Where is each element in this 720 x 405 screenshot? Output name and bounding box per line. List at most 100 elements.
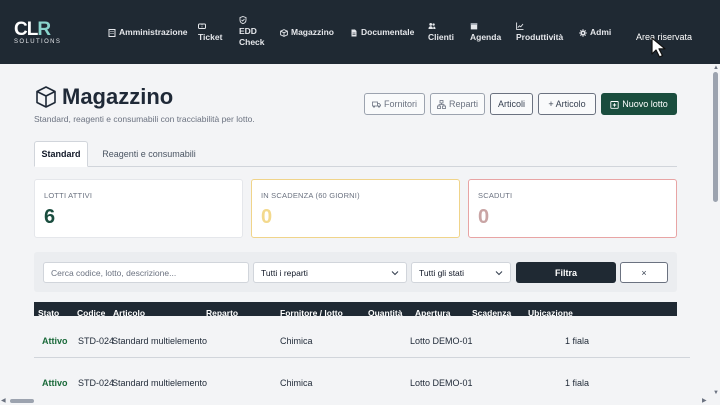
box-icon	[36, 86, 56, 108]
scroll-left-arrow-icon[interactable]: ◀	[1, 398, 6, 404]
gear-icon	[579, 28, 587, 37]
tab-reagenti-consumabili[interactable]: Reagenti e consumabili	[94, 141, 204, 167]
cell-lotto: Lotto DEMO-01	[410, 378, 473, 388]
table-row[interactable]: Attivo STD-024 Standard multielemento Ch…	[34, 316, 690, 358]
column-header[interactable]: Apertura	[415, 308, 450, 316]
chevron-down-icon	[495, 270, 503, 275]
nav-label: Produttività	[516, 32, 564, 42]
column-header[interactable]: Reparto	[206, 308, 238, 316]
logo-text: CL	[14, 19, 38, 40]
cell-articolo: Standard multielemento	[112, 336, 208, 346]
nav-item-amministrazione[interactable]: Amministrazione	[108, 27, 188, 38]
select-value: Tutti i reparti	[261, 267, 308, 278]
cell-quantita: 1 fiala	[565, 336, 590, 346]
diagram-icon	[437, 99, 446, 109]
filtra-button[interactable]: Filtra	[516, 262, 616, 283]
scrollbar-thumb[interactable]	[10, 399, 34, 403]
nav-item-ticket[interactable]: Ticket	[198, 22, 222, 43]
table-row[interactable]: Attivo STD-024 Standard multielemento Ch…	[34, 358, 690, 400]
button-label: Articoli	[497, 99, 525, 109]
column-header[interactable]: Stato	[38, 308, 59, 316]
nav-item-documentale[interactable]: Documentale	[350, 27, 414, 38]
select-value: Tutti gli stati	[419, 267, 465, 278]
status-badge: Attivo	[42, 378, 68, 388]
stat-value: 6	[44, 206, 56, 228]
button-label: Reparti	[448, 99, 478, 109]
column-header[interactable]: Codice	[77, 308, 105, 316]
scroll-up-arrow-icon[interactable]: ▲	[713, 65, 719, 71]
nav-item-magazzino[interactable]: Magazzino	[280, 27, 334, 38]
shield-icon	[239, 16, 247, 24]
stat-label: IN SCADENZA (60 GIORNI)	[261, 191, 360, 200]
add-articolo-button[interactable]: + Articolo	[538, 93, 596, 115]
column-header[interactable]: Fornitore / lotto	[280, 308, 343, 316]
stat-card-in-scadenza: IN SCADENZA (60 GIORNI) 0	[251, 179, 460, 238]
button-label: + Articolo	[548, 99, 586, 109]
nav-label: Amministrazione	[119, 27, 188, 37]
column-header[interactable]: Articolo	[113, 308, 145, 316]
scroll-down-arrow-icon[interactable]: ▼	[713, 390, 719, 396]
calendar-icon	[470, 22, 478, 30]
brand-logo[interactable]: CLR SOLUTIONS	[14, 20, 64, 46]
cell-reparto: Chimica	[280, 336, 313, 346]
ticket-icon	[198, 22, 206, 30]
tab-bar: Standard Reagenti e consumabili	[34, 141, 677, 167]
nav-label: Magazzino	[291, 27, 334, 37]
table-body: Attivo STD-024 Standard multielemento Ch…	[34, 316, 690, 400]
nav-label-line: Check	[239, 37, 265, 47]
truck-icon	[372, 101, 381, 108]
nav-item-clienti[interactable]: Clienti	[428, 22, 454, 43]
box-icon	[280, 28, 288, 37]
scrollbar-thumb[interactable]	[713, 72, 718, 202]
status-badge: Attivo	[42, 336, 68, 346]
page-header: Magazzino	[34, 84, 173, 110]
cell-quantita: 1 fiala	[565, 378, 590, 388]
clear-filters-button[interactable]: ×	[620, 262, 668, 283]
stati-select[interactable]: Tutti gli stati	[411, 262, 511, 283]
nav-label: Agenda	[470, 32, 502, 42]
articoli-button[interactable]: Articoli	[490, 93, 533, 115]
vertical-scrollbar[interactable]: ▲ ▼	[711, 64, 720, 405]
column-header[interactable]: Quantità	[368, 308, 402, 316]
nav-item-agenda[interactable]: Agenda	[470, 22, 501, 43]
stat-value: 0	[261, 206, 273, 228]
top-navbar: CLR SOLUTIONS Amministrazione Ticket EDD…	[0, 0, 720, 64]
chevron-down-icon	[391, 270, 399, 275]
stat-label: SCADUTI	[478, 191, 513, 200]
stat-value: 0	[478, 206, 490, 228]
scroll-right-arrow-icon[interactable]: ▶	[702, 398, 707, 404]
nav-item-admin[interactable]: Admi	[579, 27, 611, 38]
chart-line-icon	[516, 22, 524, 30]
nav-label-line: EDD	[239, 26, 257, 36]
stat-card-scaduti: SCADUTI 0	[468, 179, 677, 238]
cell-reparto: Chimica	[280, 378, 313, 388]
column-header[interactable]: Scadenza	[472, 308, 511, 316]
search-input[interactable]: Cerca codice, lotto, descrizione...	[43, 262, 249, 283]
page-subtitle: Standard, reagenti e consumabili con tra…	[34, 114, 255, 124]
nav-label: Documentale	[361, 27, 415, 37]
logo-subtitle: SOLUTIONS	[14, 39, 62, 45]
reparti-select[interactable]: Tutti i reparti	[253, 262, 407, 283]
nav-item-edd-check[interactable]: EDD Check	[239, 16, 265, 48]
horizontal-scrollbar[interactable]: ◀ ▶	[0, 397, 711, 405]
button-label: Fornitori	[383, 99, 417, 109]
stat-label: LOTTI ATTIVI	[44, 191, 93, 200]
reparti-button[interactable]: Reparti	[430, 93, 485, 115]
people-icon	[428, 22, 436, 30]
nav-label: Clienti	[428, 32, 454, 42]
logo-text-accent: R	[37, 19, 51, 40]
page-title: Magazzino	[62, 84, 174, 109]
button-label: Nuovo lotto	[622, 99, 668, 109]
nav-item-produttivita[interactable]: Produttività	[516, 22, 563, 43]
cell-codice: STD-024	[78, 378, 115, 388]
cell-codice: STD-024	[78, 336, 115, 346]
tab-standard[interactable]: Standard	[34, 141, 88, 167]
document-icon	[350, 29, 358, 37]
cell-articolo: Standard multielemento	[112, 378, 208, 388]
fornitori-button[interactable]: Fornitori	[364, 93, 425, 115]
column-header[interactable]: Ubicazione	[528, 308, 573, 316]
nuovo-lotto-button[interactable]: Nuovo lotto	[601, 93, 677, 115]
building-icon	[108, 28, 116, 37]
box-plus-icon	[610, 100, 619, 109]
cell-lotto: Lotto DEMO-01	[410, 336, 473, 346]
